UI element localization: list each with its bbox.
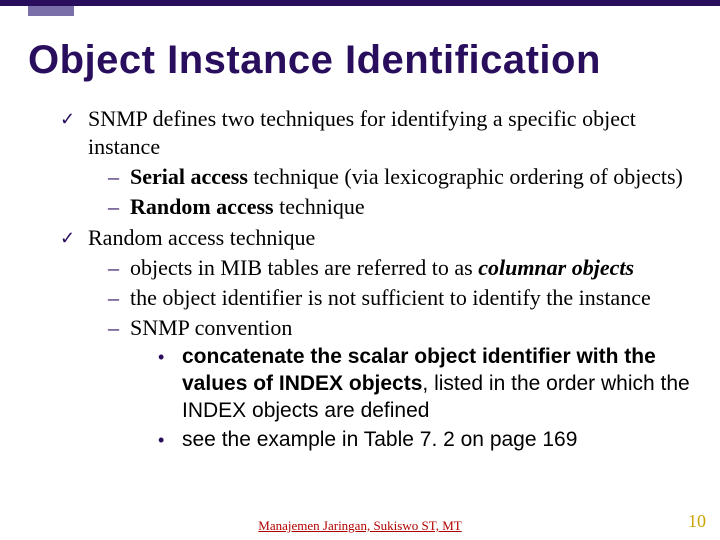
sub-sub-bullet-text: concatenate the scalar object identifier… [182, 344, 692, 425]
italic-bold-term: columnar objects [478, 255, 634, 280]
sub-bullet-item: – SNMP convention [108, 314, 692, 342]
sub-bullet-item: – Random access technique [108, 193, 692, 221]
bullet-text: Random access technique [88, 224, 315, 252]
dash-icon: – [108, 254, 122, 282]
bullet-text: SNMP defines two techniques for identify… [88, 105, 692, 161]
text-pre: objects in MIB tables are referred to as [130, 255, 478, 280]
dot-icon: • [158, 344, 172, 425]
slide-footer: Manajemen Jaringan, Sukiswo ST, MT [0, 518, 720, 534]
dash-icon: – [108, 284, 122, 312]
sub-sub-bullet-item: • concatenate the scalar object identifi… [158, 344, 692, 425]
header-accent [28, 6, 74, 16]
sub-sub-bullet-text: see the example in Table 7. 2 on page 16… [182, 427, 577, 454]
bullet-item: ✓ SNMP defines two techniques for identi… [60, 105, 692, 161]
slide-content: ✓ SNMP defines two techniques for identi… [28, 105, 692, 454]
bold-term: Random access [130, 194, 274, 219]
sub-bullet-item: – objects in MIB tables are referred to … [108, 254, 692, 282]
sub-bullet-item: – the object identifier is not sufficien… [108, 284, 692, 312]
sub-bullet-text: the object identifier is not sufficient … [130, 284, 651, 312]
check-icon: ✓ [60, 224, 78, 252]
dash-icon: – [108, 163, 122, 191]
dot-icon: • [158, 427, 172, 454]
text-rest: technique (via lexicographic ordering of… [248, 164, 683, 189]
page-number: 10 [688, 511, 706, 532]
check-icon: ✓ [60, 105, 78, 161]
bullet-item: ✓ Random access technique [60, 224, 692, 252]
sub-bullet-item: – Serial access technique (via lexicogra… [108, 163, 692, 191]
dash-icon: – [108, 314, 122, 342]
bold-term: Serial access [130, 164, 248, 189]
sub-sub-bullet-item: • see the example in Table 7. 2 on page … [158, 427, 692, 454]
slide: Object Instance Identification ✓ SNMP de… [0, 0, 720, 540]
sub-bullet-text: objects in MIB tables are referred to as… [130, 254, 634, 282]
sub-bullet-text: Serial access technique (via lexicograph… [130, 163, 683, 191]
sub-bullet-text: SNMP convention [130, 314, 292, 342]
text-rest: technique [274, 194, 365, 219]
sub-bullet-text: Random access technique [130, 193, 365, 221]
slide-title: Object Instance Identification [28, 38, 692, 83]
dash-icon: – [108, 193, 122, 221]
